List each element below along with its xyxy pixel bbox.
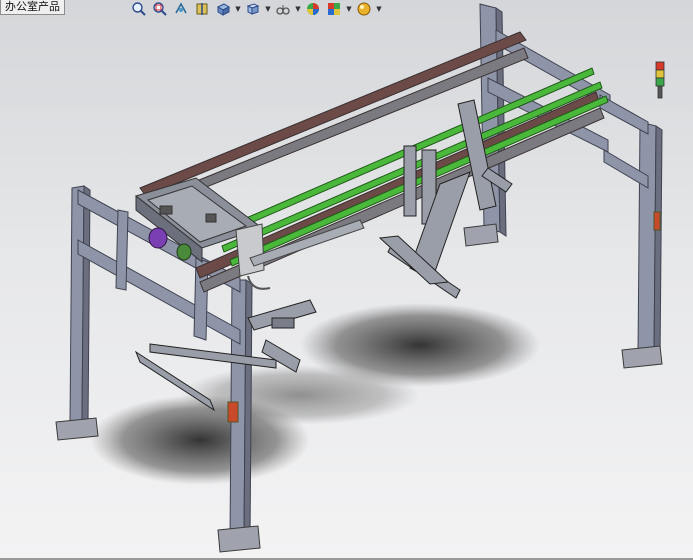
apply-scene-icon[interactable] — [325, 1, 343, 17]
hide-show-items-icon[interactable] — [274, 1, 292, 17]
zoom-to-area-icon[interactable] — [151, 1, 169, 17]
display-style-icon[interactable] — [244, 1, 262, 17]
section-view-icon[interactable] — [193, 1, 211, 17]
chevron-down-icon[interactable]: ▼ — [265, 1, 271, 17]
floor-shadow — [180, 365, 420, 425]
linear-rail[interactable] — [139, 31, 605, 293]
document-tab[interactable]: 办公室产品 — [0, 0, 65, 15]
control-box — [227, 401, 239, 423]
signal-tower — [655, 61, 665, 99]
edit-appearance-icon[interactable] — [304, 1, 322, 17]
previous-view-icon[interactable] — [172, 1, 190, 17]
view-settings-icon[interactable] — [355, 1, 373, 17]
zoom-to-fit-icon[interactable] — [130, 1, 148, 17]
chevron-down-icon[interactable]: ▼ — [235, 1, 241, 17]
view-heads-up-toolbar: ▼ ▼ ▼ ▼ ▼ — [130, 0, 382, 18]
chevron-down-icon[interactable]: ▼ — [295, 1, 301, 17]
control-box — [653, 211, 661, 231]
view-orientation-icon[interactable] — [214, 1, 232, 17]
model-viewport[interactable] — [0, 0, 693, 560]
chevron-down-icon[interactable]: ▼ — [346, 1, 352, 17]
chevron-down-icon[interactable]: ▼ — [376, 1, 382, 17]
